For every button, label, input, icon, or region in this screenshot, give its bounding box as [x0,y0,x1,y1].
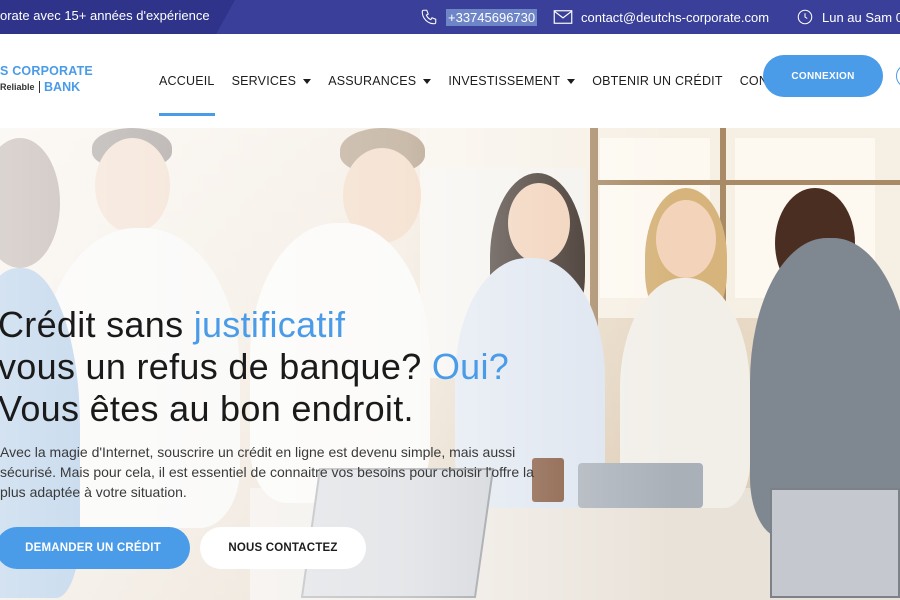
caret-down-icon [423,78,432,84]
logo-divider [38,81,41,93]
top-info-bar: orate avec 15+ années d'expérience +3374… [0,0,900,34]
nav-menu: ACCUEIL SERVICES ASSURANCES INVESTISSEME… [159,34,818,128]
nav-label: ASSURANCES [328,74,417,88]
headline-accent: justificatif [193,304,346,345]
hero-section: Crédit sans justificatif vous un refus d… [0,128,900,600]
phone-number[interactable]: +33745696730 [446,8,538,26]
nav-label: ACCUEIL [159,74,215,88]
headline-accent: Oui? [431,346,510,387]
hero-description: Avec la magie d'Internet, souscrire un c… [0,444,534,500]
phone-icon [421,9,437,25]
site-logo[interactable]: S CORPORATE Reliable BANK [0,64,110,94]
email-contact[interactable]: contact@deutchs-corporate.com [553,0,769,34]
logo-bank: BANK [44,80,81,94]
nav-item-investissement[interactable]: INVESTISSEMENT [448,34,576,128]
logo-name: S CORPORATE [0,64,93,78]
login-button[interactable]: CONNEXION [763,55,883,97]
hero-headline: Crédit sans justificatif vous un refus d… [0,304,509,430]
nav-label: OBTENIR UN CRÉDIT [592,74,723,88]
headline-text: Crédit sans [0,304,194,345]
main-navigation: S CORPORATE Reliable BANK ACCUEIL SERVIC… [0,34,900,128]
nav-item-services[interactable]: SERVICES [232,34,312,128]
request-credit-button[interactable]: DEMANDER UN CRÉDIT [0,527,190,569]
user-icon[interactable] [896,64,900,88]
headline-text: Vous êtes au bon endroit. [0,388,414,429]
email-address[interactable]: contact@deutchs-corporate.com [581,10,769,25]
nav-label: SERVICES [231,74,297,88]
contact-us-button[interactable]: NOUS CONTACTEZ [200,527,366,569]
opening-hours: Lun au Sam 08 [796,0,900,34]
headline-text: vous un refus de banque? [0,346,432,387]
hours-text: Lun au Sam 08 [822,9,900,25]
caret-down-icon [567,78,576,84]
clock-icon [797,9,813,25]
nav-item-accueil[interactable]: ACCUEIL [159,34,215,128]
caret-down-icon [303,78,312,84]
nav-item-assurances[interactable]: ASSURANCES [328,34,432,128]
nav-label: INVESTISSEMENT [448,74,561,88]
logo-tagline: Reliable [0,82,35,92]
nav-item-obtenir-credit[interactable]: OBTENIR UN CRÉDIT [592,34,723,128]
promo-text: orate avec 15+ années d'expérience [0,0,235,34]
envelope-icon [553,10,573,24]
phone-contact[interactable]: +33745696730 [420,0,538,34]
